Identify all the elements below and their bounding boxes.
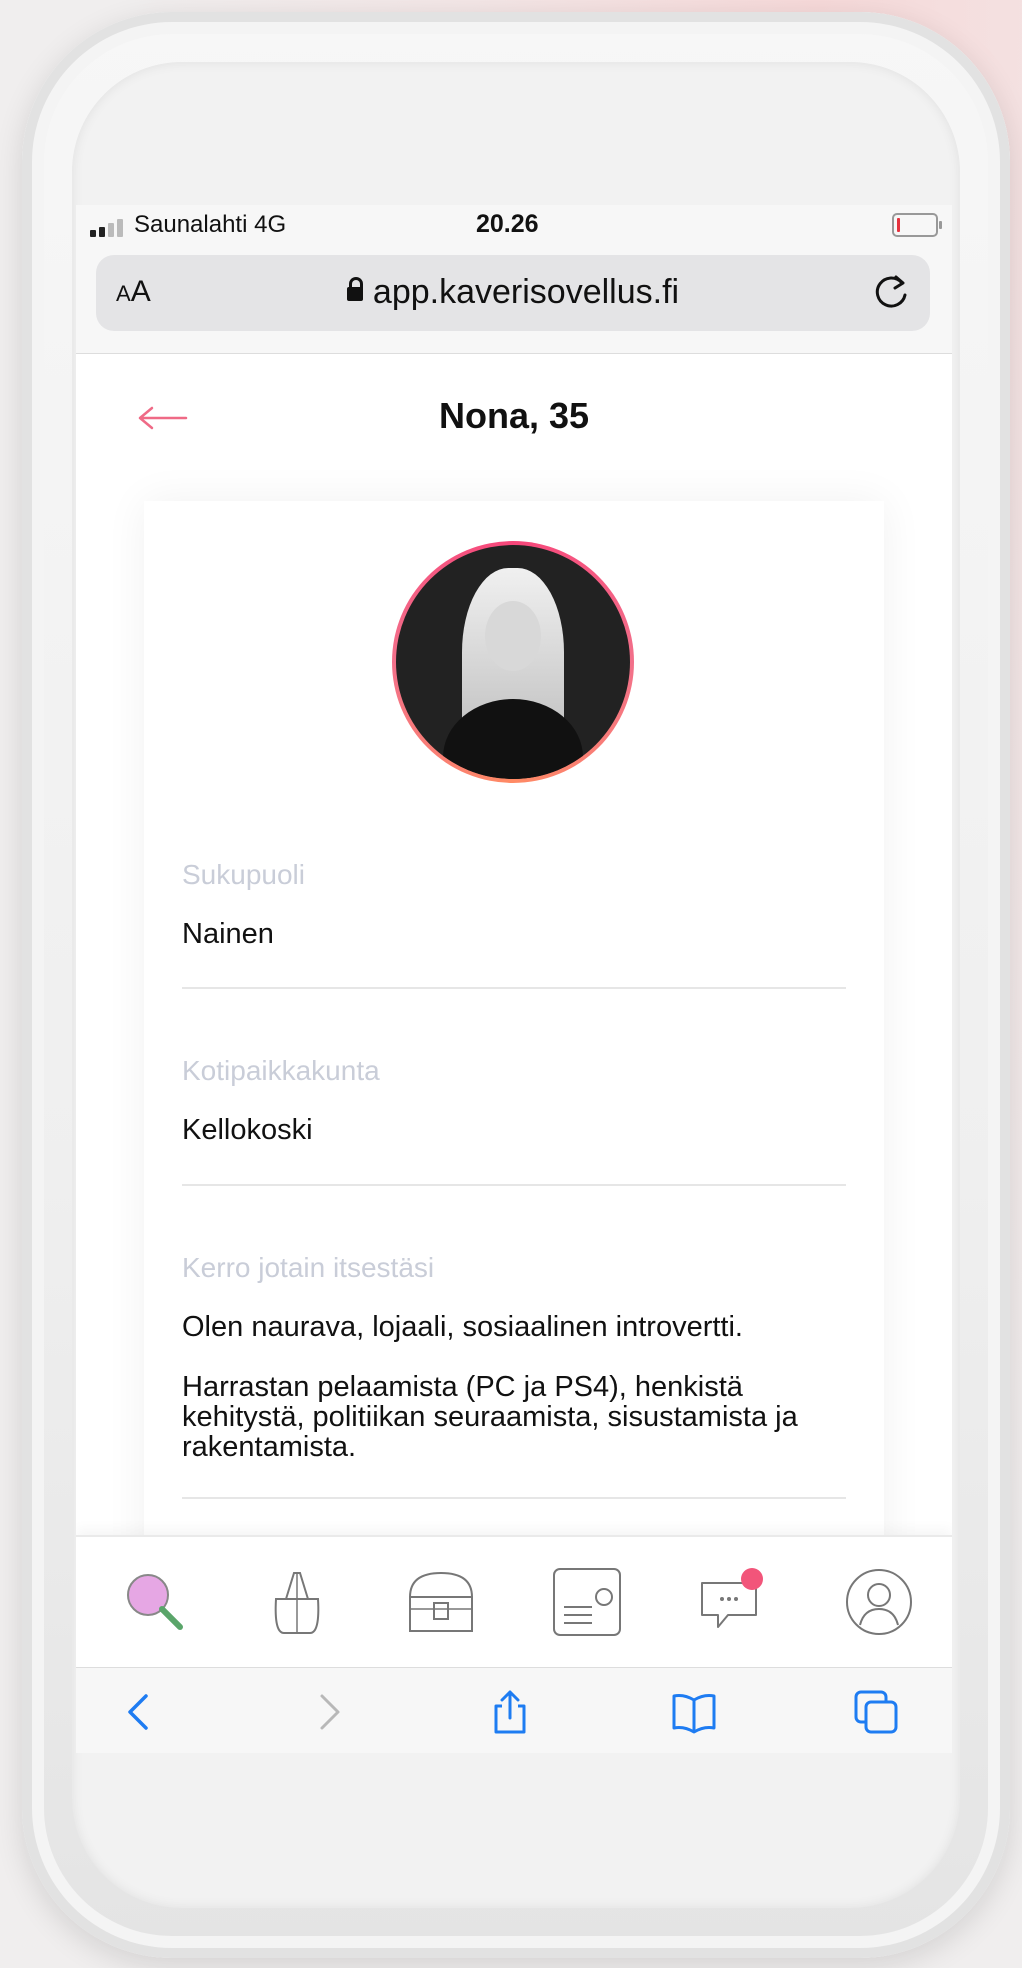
avatar	[392, 541, 634, 783]
field-gender: Sukupuoli Nainen	[182, 859, 846, 949]
carrier-label: Saunalahti 4G	[134, 211, 287, 238]
notification-badge	[741, 1568, 763, 1590]
url-display[interactable]: app.kaverisovellus.fi	[96, 273, 930, 312]
search-icon[interactable]	[120, 1567, 190, 1637]
back-icon[interactable]	[116, 1688, 164, 1736]
about-paragraph: Olen naurava, lojaali, sosiaalinen intro…	[182, 1311, 743, 1343]
reload-icon[interactable]	[866, 267, 916, 317]
bookmarks-icon[interactable]	[670, 1688, 718, 1736]
address-bar: AA app.kaverisovellus.fi	[76, 245, 952, 354]
safari-toolbar	[76, 1667, 952, 1753]
divider	[182, 1184, 846, 1186]
status-bar: Saunalahti 4G 20.26	[76, 205, 952, 245]
field-label: Kerro jotain itsestäsi	[182, 1252, 435, 1283]
page-title: Nona, 35	[438, 395, 590, 436]
phone-screen: Saunalahti 4G 20.26 AA app.kaverisovellu…	[76, 205, 952, 1753]
url-field[interactable]: AA app.kaverisovellus.fi	[96, 255, 930, 331]
chat-icon[interactable]	[698, 1567, 768, 1637]
share-icon[interactable]	[486, 1688, 534, 1736]
divider	[182, 1497, 846, 1499]
field-value: Kellokoski	[182, 1114, 313, 1146]
lock-icon	[346, 277, 363, 301]
field-label: Sukupuoli	[182, 859, 305, 890]
url-text: app.kaverisovellus.fi	[372, 273, 680, 311]
app-bottom-nav	[76, 1535, 952, 1669]
treasure-chest-icon[interactable]	[406, 1567, 476, 1637]
clock: 20.26	[476, 210, 539, 238]
field-label: Kotipaikkakunta	[182, 1055, 380, 1086]
forward-icon	[320, 1694, 340, 1730]
field-value: Nainen	[182, 918, 274, 950]
profile-card-icon[interactable]	[552, 1567, 622, 1637]
signal-icon	[90, 219, 123, 237]
field-hometown: Kotipaikkakunta Kellokoski	[182, 1055, 846, 1145]
user-icon[interactable]	[844, 1567, 914, 1637]
about-paragraph: Harrastan pelaamista (PC ja PS4), henkis…	[182, 1371, 798, 1463]
field-about: Kerro jotain itsestäsi Olen naurava, loj…	[182, 1252, 846, 1462]
divider	[182, 987, 846, 989]
bag-icon[interactable]	[262, 1567, 332, 1637]
battery-icon	[892, 213, 942, 237]
tabs-icon[interactable]	[852, 1688, 900, 1736]
